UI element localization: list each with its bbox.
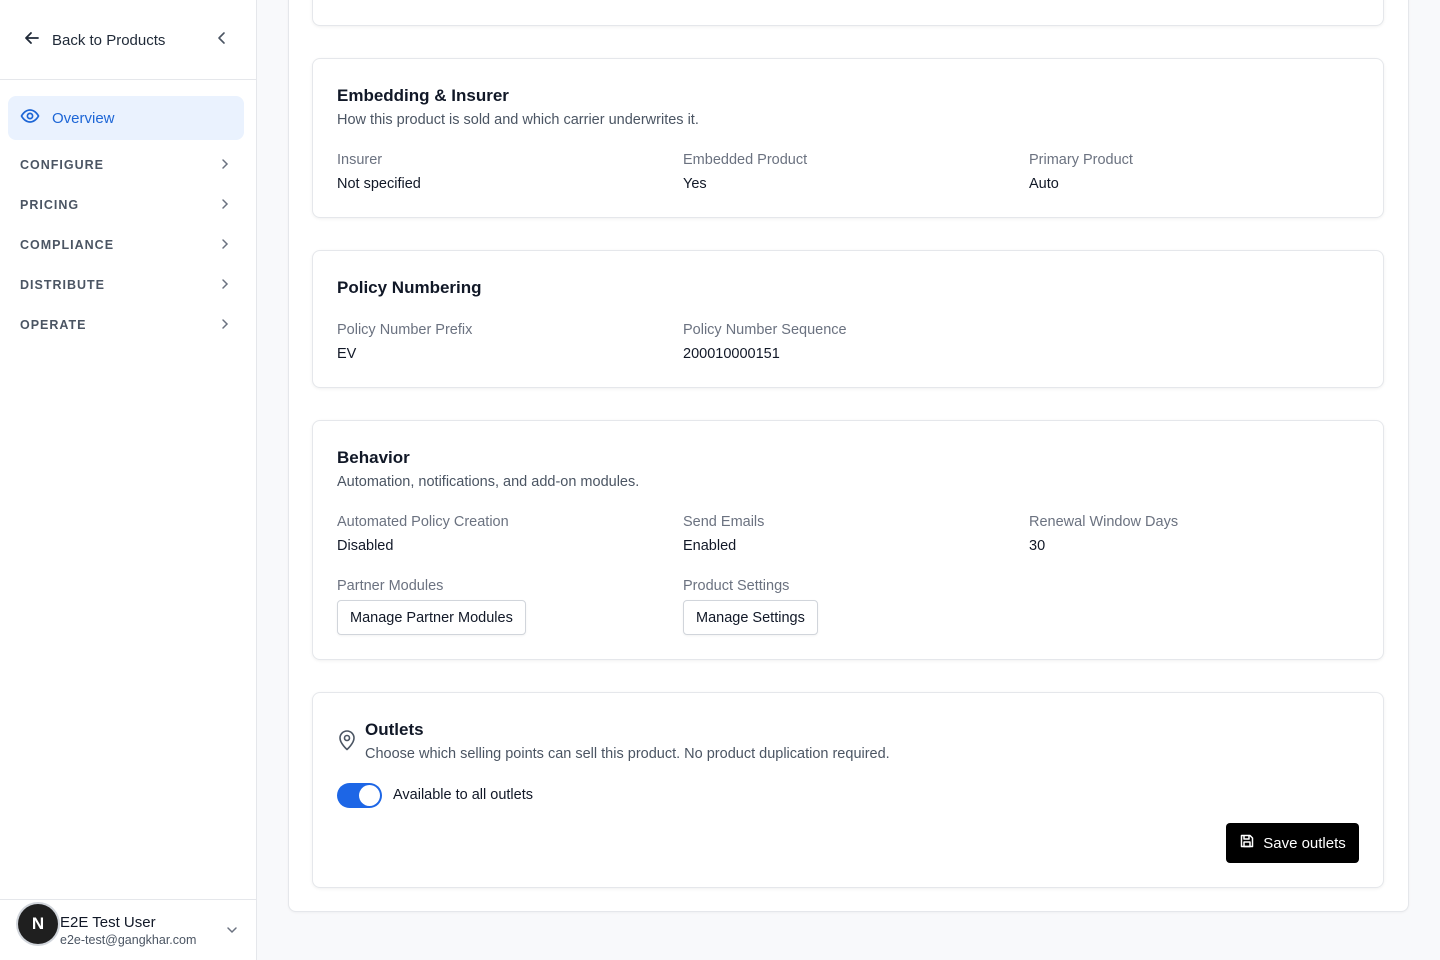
sidebar-section-configure[interactable]: CONFIGURE — [8, 147, 244, 183]
back-to-products-link[interactable]: Back to Products — [22, 28, 165, 52]
send-emails-label: Send Emails — [683, 514, 765, 530]
arrow-left-icon — [22, 28, 42, 52]
collapse-sidebar-button[interactable] — [212, 30, 232, 50]
back-to-products-label: Back to Products — [52, 31, 166, 49]
sidebar: Back to Products Overview CONFIGURE PRIC… — [0, 0, 257, 960]
primary-product-value: Auto — [1029, 176, 1059, 192]
card-title: Outlets — [365, 720, 424, 739]
sidebar-item-overview[interactable]: Overview — [8, 96, 244, 140]
chevron-right-icon — [218, 237, 232, 254]
map-pin-icon — [337, 729, 357, 751]
automated-policy-creation-value: Disabled — [337, 538, 394, 554]
save-outlets-label: Save outlets — [1263, 834, 1346, 852]
card-description: Choose which selling points can sell thi… — [365, 746, 890, 762]
partner-modules-label: Partner Modules — [337, 578, 444, 594]
user-menu[interactable]: N E2E Test User e2e-test@gangkhar.com — [0, 899, 256, 960]
renewal-window-days-label: Renewal Window Days — [1029, 514, 1179, 530]
chevron-right-icon — [218, 157, 232, 174]
available-to-all-outlets-toggle[interactable] — [337, 783, 382, 808]
policy-number-prefix-label: Policy Number Prefix — [337, 322, 473, 338]
automated-policy-creation-label: Automated Policy Creation — [337, 514, 509, 530]
sidebar-section-label: OPERATE — [20, 318, 87, 332]
primary-product-label: Primary Product — [1029, 152, 1133, 168]
renewal-window-days-value: 30 — [1029, 538, 1046, 554]
send-emails-value: Enabled — [683, 538, 737, 554]
outlets-card: Outlets Choose which selling points can … — [312, 692, 1384, 888]
toggle-label: Available to all outlets — [393, 787, 533, 803]
sidebar-section-distribute[interactable]: DISTRIBUTE — [8, 267, 244, 303]
avatar: N — [18, 904, 58, 944]
chevron-down-icon — [224, 922, 240, 938]
card-title: Embedding & Insurer — [337, 86, 509, 105]
sidebar-section-label: DISTRIBUTE — [20, 278, 105, 292]
chevron-right-icon — [218, 277, 232, 294]
embedding-insurer-card: Embedding & Insurer How this product is … — [312, 58, 1384, 218]
insurer-label: Insurer — [337, 152, 383, 168]
chevron-right-icon — [218, 197, 232, 214]
embedded-product-label: Embedded Product — [683, 152, 808, 168]
manage-settings-button[interactable]: Manage Settings — [683, 600, 818, 635]
chevron-left-icon — [214, 30, 230, 51]
card-title: Policy Numbering — [337, 278, 482, 297]
chevron-right-icon — [218, 317, 232, 334]
previous-card — [312, 0, 1384, 26]
card-description: How this product is sold and which carri… — [337, 112, 699, 128]
insurer-value: Not specified — [337, 176, 421, 192]
sidebar-section-operate[interactable]: OPERATE — [8, 307, 244, 343]
card-description: Automation, notifications, and add-on mo… — [337, 474, 640, 490]
policy-numbering-card: Policy Numbering Policy Number Prefix EV… — [312, 250, 1384, 388]
policy-number-sequence-value: 200010000151 — [683, 346, 780, 362]
embedded-product-value: Yes — [683, 176, 707, 192]
sidebar-header: Back to Products — [0, 0, 256, 80]
policy-number-prefix-value: EV — [337, 346, 357, 362]
sidebar-section-label: PRICING — [20, 198, 80, 212]
save-outlets-button[interactable]: Save outlets — [1226, 823, 1359, 863]
save-icon — [1239, 833, 1255, 853]
policy-number-sequence-label: Policy Number Sequence — [683, 322, 847, 338]
eye-icon — [20, 106, 40, 130]
user-name: E2E Test User — [60, 914, 156, 931]
behavior-card: Behavior Automation, notifications, and … — [312, 420, 1384, 660]
sidebar-section-label: COMPLIANCE — [20, 238, 115, 252]
toggle-knob — [359, 785, 380, 806]
sidebar-item-label: Overview — [52, 109, 115, 127]
product-settings-label: Product Settings — [683, 578, 790, 594]
sidebar-section-label: CONFIGURE — [20, 158, 104, 172]
manage-partner-modules-button[interactable]: Manage Partner Modules — [337, 600, 526, 635]
user-email: e2e-test@gangkhar.com — [60, 933, 197, 947]
card-title: Behavior — [337, 448, 410, 467]
sidebar-section-pricing[interactable]: PRICING — [8, 187, 244, 223]
sidebar-section-compliance[interactable]: COMPLIANCE — [8, 227, 244, 263]
